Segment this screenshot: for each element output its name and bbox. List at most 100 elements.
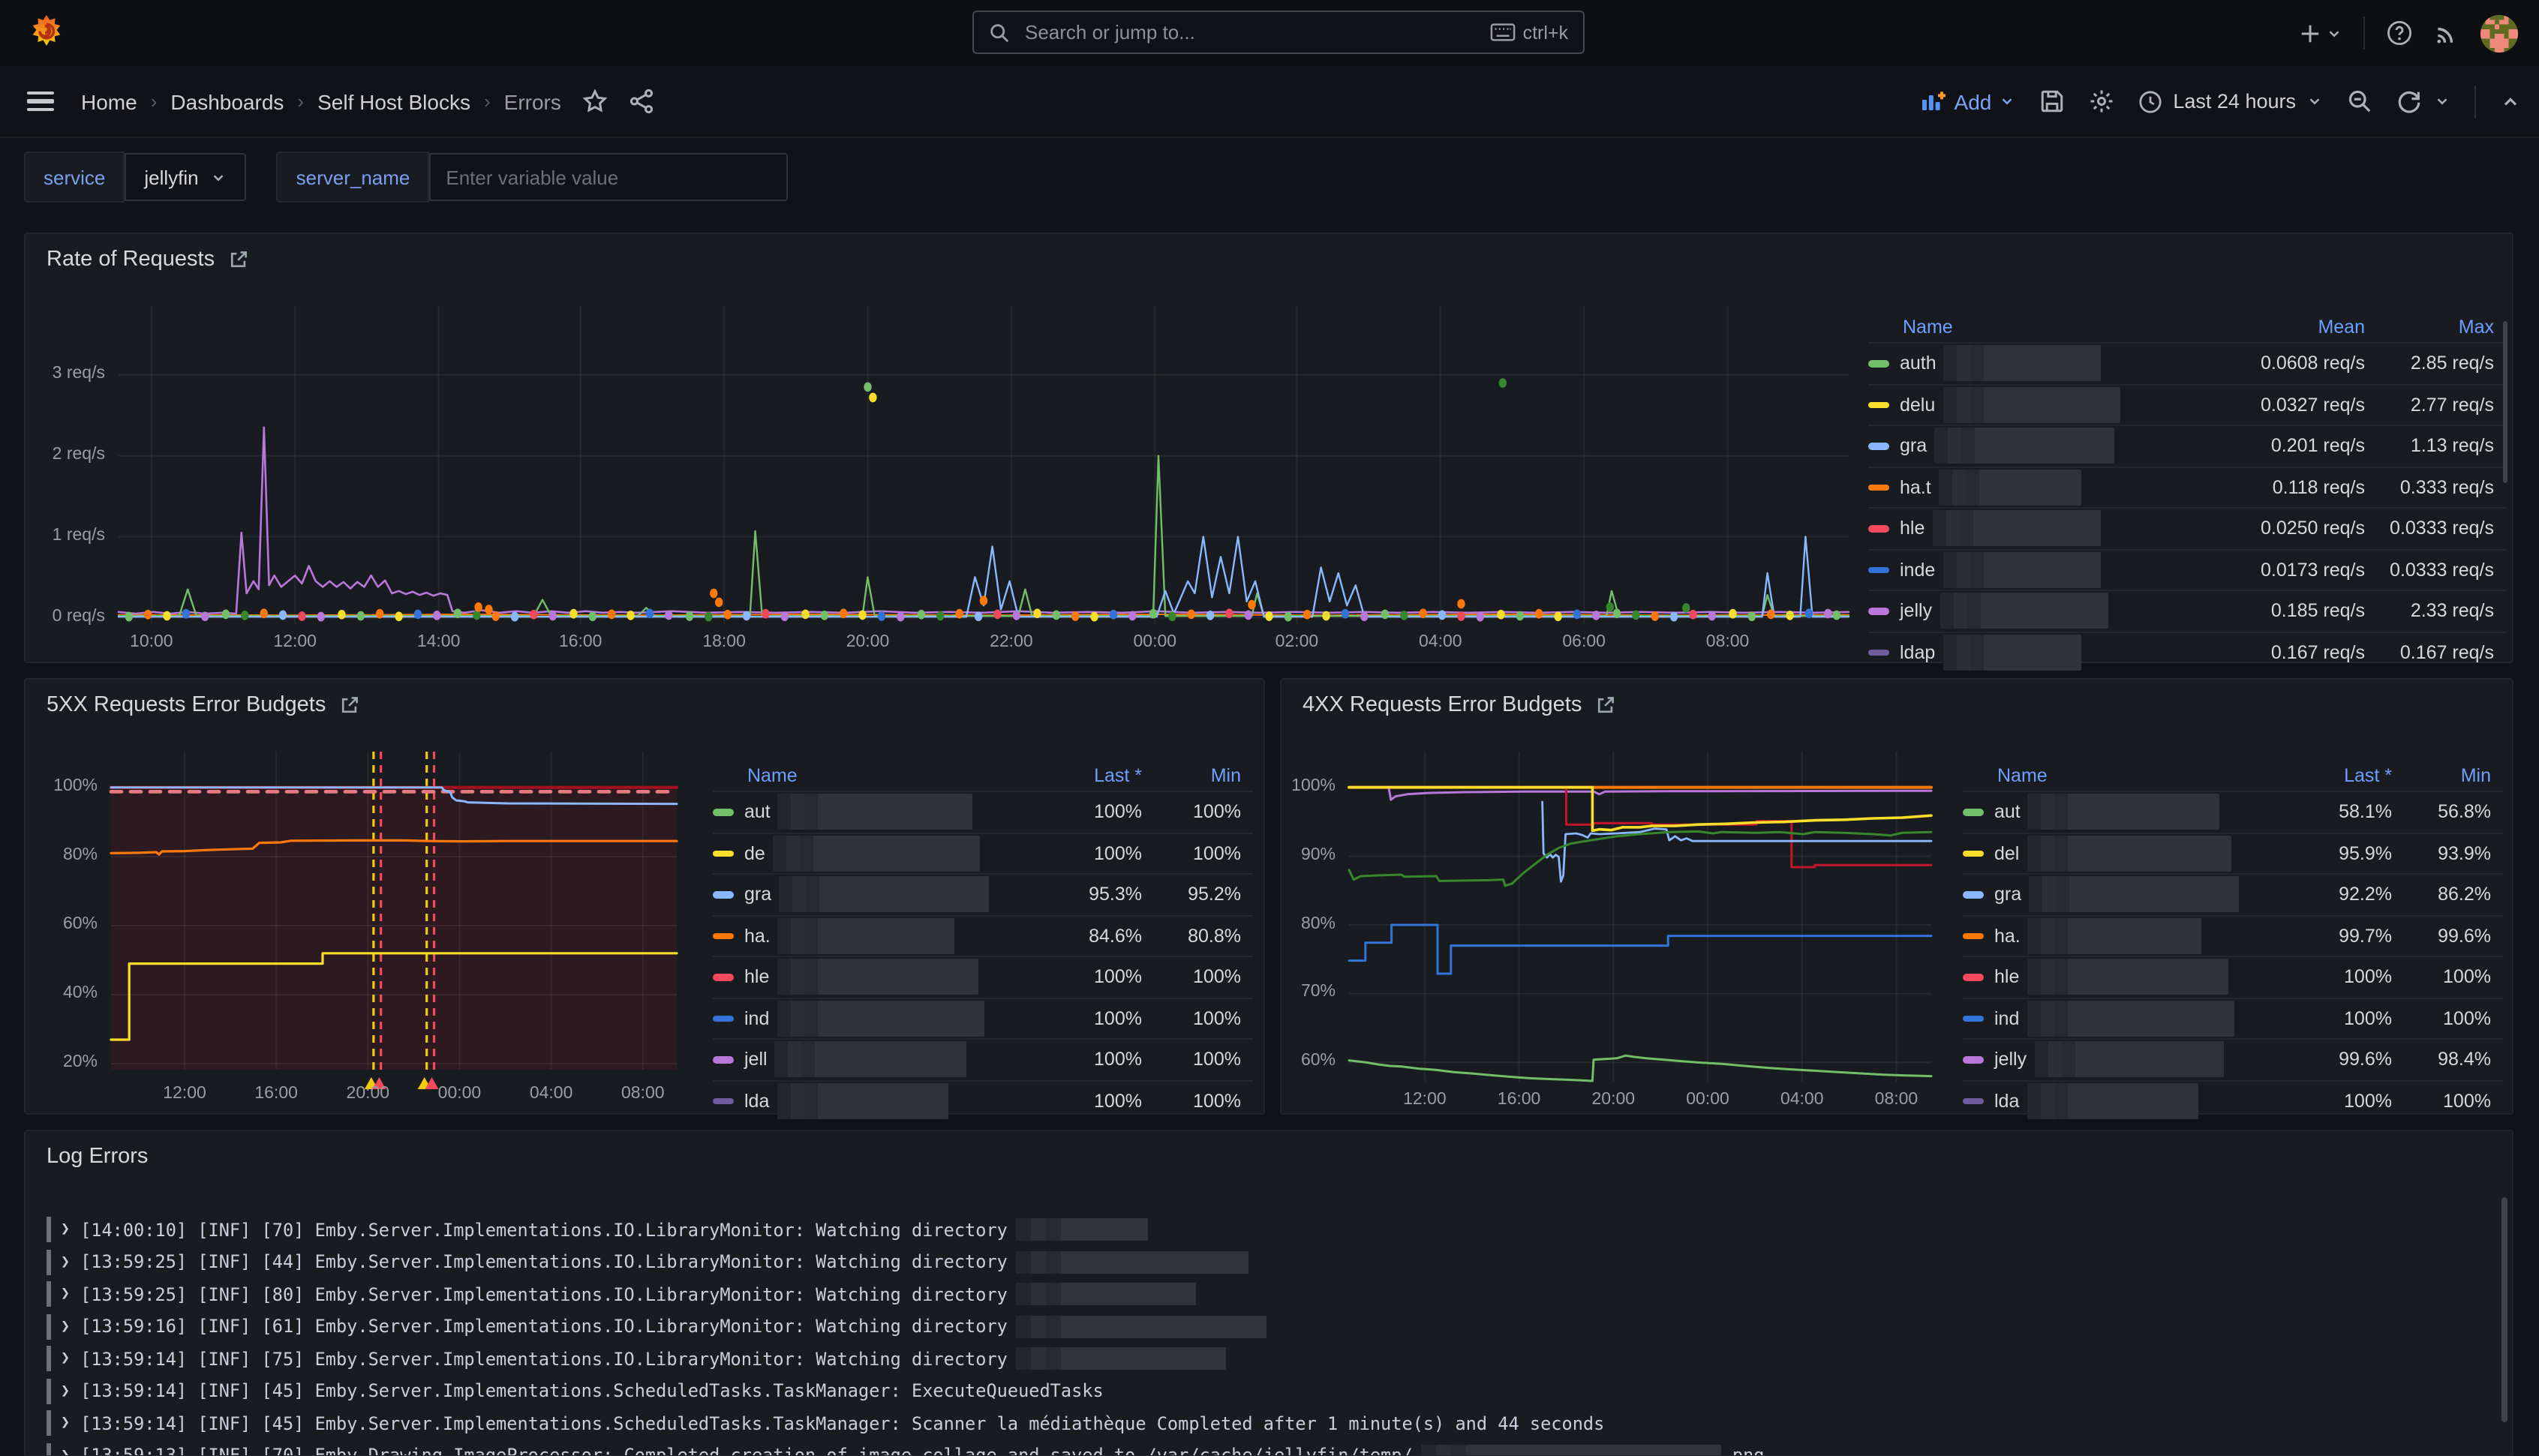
legend-row[interactable]: ha.99.7%99.6% bbox=[1963, 914, 2503, 956]
expand-chevron-icon[interactable]: ❯ bbox=[61, 1253, 70, 1270]
breadcrumb-folder[interactable]: Self Host Blocks bbox=[317, 89, 470, 113]
legend-row[interactable]: ldap0.167 req/s0.167 req/s bbox=[1868, 631, 2506, 672]
legend-row[interactable]: auth0.0608 req/s2.85 req/s bbox=[1868, 342, 2506, 383]
top-navigation-bar: ctrl+k bbox=[0, 0, 2539, 68]
legend-row[interactable]: aut100%100% bbox=[713, 791, 1253, 832]
menu-toggle-button[interactable] bbox=[27, 92, 54, 111]
share-button[interactable] bbox=[629, 89, 654, 114]
legend-row[interactable]: ha.t0.118 req/s0.333 req/s bbox=[1868, 466, 2506, 507]
series-color-swatch bbox=[713, 809, 734, 815]
legend-row[interactable]: gra95.3%95.2% bbox=[713, 873, 1253, 914]
legend-row[interactable]: ha.84.6%80.8% bbox=[713, 914, 1253, 956]
legend-value: 100% bbox=[2281, 1091, 2392, 1112]
external-link-icon[interactable] bbox=[228, 249, 249, 270]
panel-title[interactable]: 4XX Requests Error Budgets bbox=[1303, 693, 1582, 717]
external-link-icon[interactable] bbox=[1595, 695, 1616, 716]
log-line[interactable]: ❯[13:59:14] [INF] [45] Emby.Server.Imple… bbox=[47, 1376, 1104, 1405]
legend-value: 80.8% bbox=[1142, 926, 1253, 947]
breadcrumb-home[interactable]: Home bbox=[81, 89, 137, 113]
legend-row[interactable]: hle100%100% bbox=[713, 956, 1253, 997]
zoom-out-time-button[interactable] bbox=[2347, 89, 2372, 114]
legend-row[interactable]: hle100%100% bbox=[1963, 956, 2503, 997]
4xx-error-budget-chart[interactable] bbox=[1349, 752, 1931, 1082]
legend-row[interactable]: lda100%100% bbox=[1963, 1079, 2503, 1121]
legend-row[interactable]: lda100%100% bbox=[713, 1079, 1253, 1121]
new-menu-button[interactable] bbox=[2299, 22, 2342, 44]
global-search[interactable]: ctrl+k bbox=[972, 11, 1585, 54]
log-line[interactable]: ❯[13:59:16] [INF] [61] Emby.Server.Imple… bbox=[47, 1312, 1267, 1340]
graph-add-icon bbox=[1922, 89, 1947, 113]
panel-title[interactable]: 5XX Requests Error Budgets bbox=[47, 693, 326, 717]
series-name-prefix: de bbox=[744, 843, 765, 864]
user-avatar[interactable] bbox=[2480, 14, 2518, 52]
external-link-icon[interactable] bbox=[339, 695, 360, 716]
news-button[interactable] bbox=[2434, 20, 2459, 46]
legend-row[interactable]: jelly99.6%98.4% bbox=[1963, 1038, 2503, 1079]
variable-server-name-field bbox=[429, 153, 788, 201]
5xx-legend-table: NameLast *Min aut100%100%de100%100%gra95.… bbox=[713, 761, 1253, 1121]
series-color-swatch bbox=[1868, 525, 1889, 532]
legend-row[interactable]: del95.9%93.9% bbox=[1963, 832, 2503, 873]
legend-row[interactable]: de100%100% bbox=[713, 832, 1253, 873]
dashboard-settings-button[interactable] bbox=[2089, 89, 2114, 114]
expand-chevron-icon[interactable]: ❯ bbox=[61, 1286, 70, 1302]
legend-value: 0.167 req/s bbox=[2197, 642, 2365, 663]
legend-row[interactable]: delu0.0327 req/s2.77 req/s bbox=[1868, 383, 2506, 425]
save-dashboard-button[interactable] bbox=[2039, 89, 2065, 114]
refresh-dashboard-button[interactable] bbox=[2396, 89, 2450, 114]
logs-scrollbar[interactable] bbox=[2501, 1197, 2507, 1422]
log-line[interactable]: ❯[13:59:14] [INF] [45] Emby.Server.Imple… bbox=[47, 1409, 1604, 1437]
redacted-text bbox=[777, 1001, 984, 1037]
legend-scrollbar[interactable] bbox=[2503, 321, 2507, 483]
time-range-picker[interactable]: Last 24 hours bbox=[2138, 89, 2323, 113]
legend-header-name[interactable]: Name bbox=[1963, 765, 2281, 786]
legend-row[interactable]: jell100%100% bbox=[713, 1038, 1253, 1079]
legend-header-name[interactable]: Name bbox=[713, 765, 1031, 786]
series-name-prefix: gra bbox=[744, 884, 771, 905]
legend-header-col2[interactable]: Min bbox=[2392, 765, 2503, 786]
log-text: [13:59:25] [INF] [44] Emby.Server.Implem… bbox=[80, 1251, 1008, 1272]
redacted-text bbox=[773, 836, 980, 872]
breadcrumb-dashboards[interactable]: Dashboards bbox=[170, 89, 284, 113]
collapse-toolbar-button[interactable] bbox=[2500, 91, 2521, 112]
search-input[interactable] bbox=[1022, 20, 1490, 45]
legend-row[interactable]: ind100%100% bbox=[1963, 997, 2503, 1038]
legend-row[interactable]: inde0.0173 req/s0.0333 req/s bbox=[1868, 548, 2506, 590]
expand-chevron-icon[interactable]: ❯ bbox=[61, 1350, 70, 1367]
5xx-error-budget-chart[interactable] bbox=[111, 752, 677, 1070]
expand-chevron-icon[interactable]: ❯ bbox=[61, 1221, 70, 1238]
log-line[interactable]: ❯[13:59:14] [INF] [75] Emby.Server.Imple… bbox=[47, 1344, 1227, 1373]
legend-value: 1.13 req/s bbox=[2365, 436, 2506, 457]
y-axis-tick-label: 3 req/s bbox=[26, 365, 105, 383]
legend-row[interactable]: gra0.201 req/s1.13 req/s bbox=[1868, 425, 2506, 466]
log-line[interactable]: ❯[13:59:25] [INF] [80] Emby.Server.Imple… bbox=[47, 1280, 1197, 1308]
log-line[interactable]: ❯[14:00:10] [INF] [70] Emby.Server.Imple… bbox=[47, 1215, 1149, 1244]
variable-service-select[interactable]: jellyfin bbox=[125, 153, 246, 201]
expand-chevron-icon[interactable]: ❯ bbox=[61, 1318, 70, 1334]
legend-row[interactable]: gra92.2%86.2% bbox=[1963, 873, 2503, 914]
legend-value: 0.185 req/s bbox=[2197, 601, 2365, 622]
legend-header-col2[interactable]: Max bbox=[2365, 317, 2506, 338]
favorite-star-button[interactable] bbox=[582, 89, 608, 114]
legend-row[interactable]: jelly0.185 req/s2.33 req/s bbox=[1868, 590, 2506, 631]
rate-of-requests-chart[interactable] bbox=[119, 306, 1849, 624]
legend-row[interactable]: ind100%100% bbox=[713, 997, 1253, 1038]
add-panel-button[interactable]: Add bbox=[1922, 89, 2016, 113]
expand-chevron-icon[interactable]: ❯ bbox=[61, 1382, 70, 1399]
expand-chevron-icon[interactable]: ❯ bbox=[61, 1447, 70, 1456]
legend-header-name[interactable]: Name bbox=[1868, 317, 2197, 338]
grafana-logo-icon[interactable] bbox=[27, 14, 66, 53]
help-button[interactable] bbox=[2386, 20, 2413, 47]
legend-header-col1[interactable]: Last * bbox=[2281, 765, 2392, 786]
expand-chevron-icon[interactable]: ❯ bbox=[61, 1415, 70, 1431]
log-line[interactable]: ❯ [13:59:25] [INF] [44] Emby.Server.Imple… bbox=[47, 1247, 1249, 1276]
legend-row[interactable]: hle0.0250 req/s0.0333 req/s bbox=[1868, 507, 2506, 548]
legend-header-col1[interactable]: Last * bbox=[1031, 765, 1142, 786]
panel-title[interactable]: Log Errors bbox=[47, 1145, 148, 1169]
legend-header-col2[interactable]: Min bbox=[1142, 765, 1253, 786]
panel-title[interactable]: Rate of Requests bbox=[47, 248, 215, 272]
legend-row[interactable]: aut58.1%56.8% bbox=[1963, 791, 2503, 832]
legend-header-col1[interactable]: Mean bbox=[2197, 317, 2365, 338]
variable-server-name-input[interactable] bbox=[431, 155, 786, 200]
log-line[interactable]: ❯[13:59:13] [INF] [70] Emby.Drawing.Imag… bbox=[47, 1441, 1765, 1456]
